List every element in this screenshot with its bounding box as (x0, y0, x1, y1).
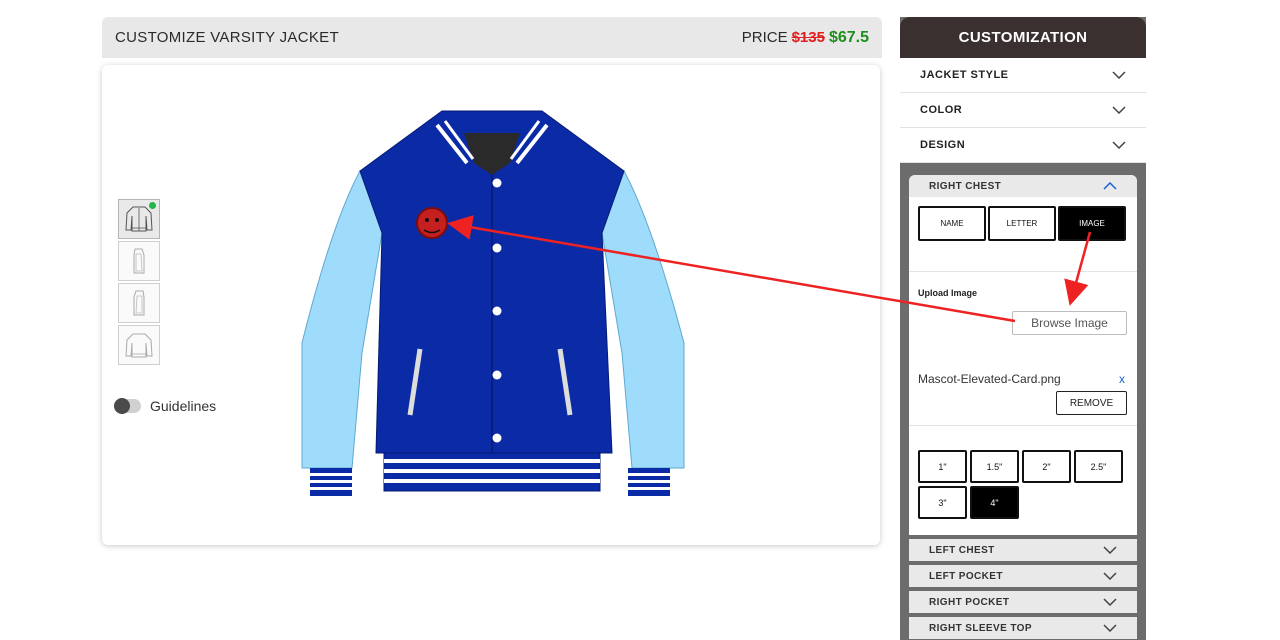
customize-header: CUSTOMIZE VARSITY JACKET PRICE $135 $67.… (102, 17, 882, 58)
size-options: 1" 1.5" 2" 2.5" 3" 4" (918, 450, 1130, 519)
varsity-jacket-image (301, 110, 685, 496)
guidelines-label: Guidelines (150, 398, 217, 414)
accordion-color[interactable]: COLOR (900, 93, 1146, 128)
divider (909, 425, 1137, 426)
accordion-right-pocket[interactable]: RIGHT POCKET (909, 591, 1137, 613)
size-option-selected[interactable]: 4" (970, 486, 1019, 519)
chevron-down-icon (1112, 71, 1126, 79)
jacket-side-icon (133, 290, 145, 316)
accordion-design[interactable]: DESIGN (900, 128, 1146, 163)
size-option[interactable]: 3" (918, 486, 967, 519)
accordion-label: RIGHT POCKET (929, 596, 1010, 608)
size-option[interactable]: 1" (918, 450, 967, 483)
view-thumbnails (118, 199, 160, 365)
panel-title: RIGHT CHEST (929, 180, 1002, 192)
accordion-label: RIGHT SLEEVE TOP (929, 622, 1032, 634)
chevron-down-icon (1103, 598, 1117, 606)
accordion-label: COLOR (920, 104, 963, 116)
accordion-label: LEFT CHEST (929, 544, 995, 556)
accordion-left-chest[interactable]: LEFT CHEST (909, 539, 1137, 561)
view-thumb-side-left[interactable] (118, 241, 160, 281)
price-label: PRICE (741, 29, 788, 46)
chevron-down-icon (1112, 106, 1126, 114)
size-option[interactable]: 2.5" (1074, 450, 1123, 483)
jacket-side-icon (133, 248, 145, 274)
chevron-down-icon (1103, 572, 1117, 580)
size-option[interactable]: 2" (1022, 450, 1071, 483)
selected-dot (149, 202, 156, 209)
view-thumb-side-right[interactable] (118, 283, 160, 323)
size-option[interactable]: 1.5" (970, 450, 1019, 483)
right-chest-panel: RIGHT CHEST NAME LETTER IMAGE Upload Ima… (909, 175, 1137, 535)
divider (909, 271, 1137, 272)
accordion-label: LEFT POCKET (929, 570, 1003, 582)
sidebar-title: CUSTOMIZATION (900, 17, 1146, 58)
tab-name[interactable]: NAME (918, 206, 986, 241)
tab-image[interactable]: IMAGE (1058, 206, 1126, 241)
price-old: $135 (791, 29, 825, 46)
view-thumb-back[interactable] (118, 325, 160, 365)
remove-image-button[interactable]: REMOVE (1056, 391, 1127, 415)
jacket-back-icon (125, 333, 153, 358)
uploaded-file-name: Mascot-Elevated-Card.png (918, 372, 1061, 386)
browse-image-button[interactable]: Browse Image (1012, 311, 1127, 335)
chevron-down-icon (1103, 546, 1117, 554)
guidelines-toggle[interactable] (114, 398, 141, 414)
chevron-up-icon (1103, 182, 1117, 190)
page-title: CUSTOMIZE VARSITY JACKET (115, 29, 339, 46)
chevron-down-icon (1112, 141, 1126, 149)
guidelines-control: Guidelines (114, 398, 216, 414)
accordion-label: DESIGN (920, 139, 966, 151)
jacket-preview-canvas: Guidelines (102, 65, 880, 545)
view-thumb-front[interactable] (118, 199, 160, 239)
design-type-tabs: NAME LETTER IMAGE (909, 197, 1137, 241)
chevron-down-icon (1103, 624, 1117, 632)
accordion-jacket-style[interactable]: JACKET STYLE (900, 58, 1146, 93)
right-chest-header[interactable]: RIGHT CHEST (909, 175, 1137, 197)
price-display: PRICE $135 $67.5 (742, 29, 869, 47)
accordion-left-pocket[interactable]: LEFT POCKET (909, 565, 1137, 587)
accordion-label: JACKET STYLE (920, 69, 1009, 81)
upload-image-label: Upload Image (918, 288, 978, 298)
clear-file-link[interactable]: x (1119, 372, 1125, 386)
price-new: $67.5 (828, 28, 869, 46)
tab-letter[interactable]: LETTER (988, 206, 1056, 241)
customization-sidebar: CUSTOMIZATION JACKET STYLE COLOR DESIGN … (900, 17, 1146, 640)
accordion-right-sleeve-top[interactable]: RIGHT SLEEVE TOP (909, 617, 1137, 639)
